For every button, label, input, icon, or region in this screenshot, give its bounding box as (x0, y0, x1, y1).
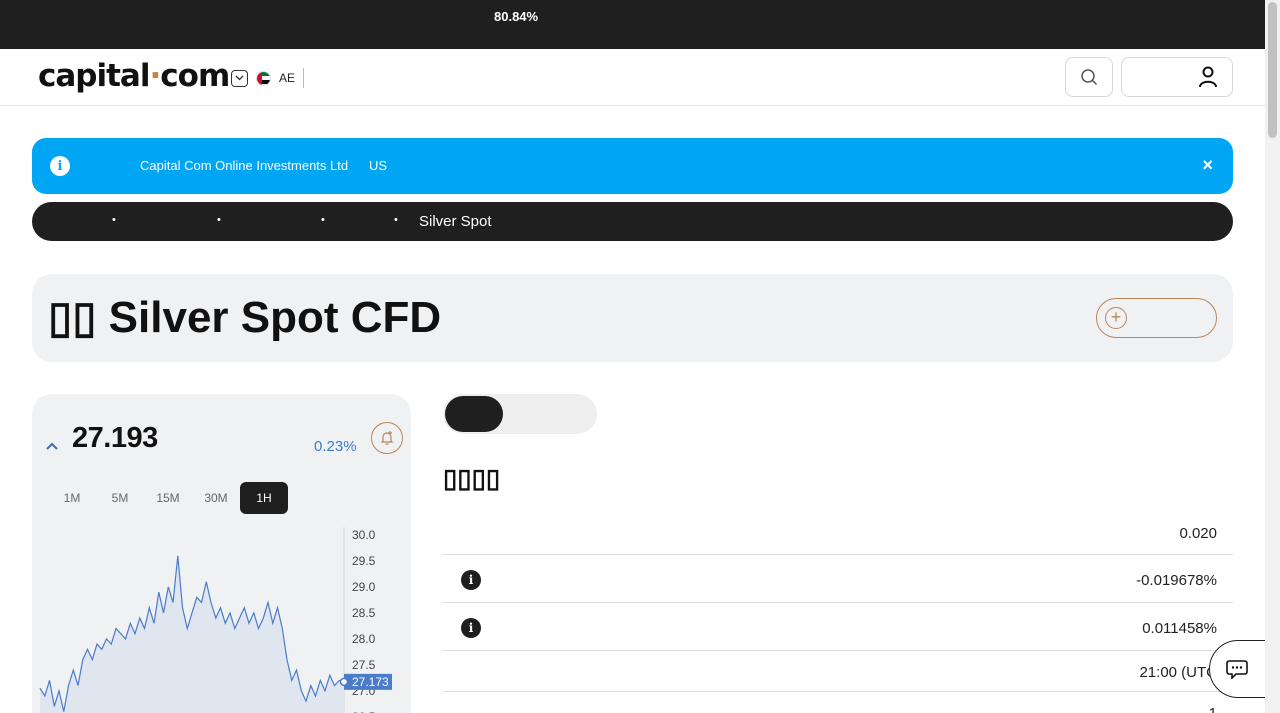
spec-row: 21:00 (UTC (443, 651, 1233, 692)
bell-plus-icon (380, 431, 394, 445)
page-title: ▯▯ Silver Spot CFD (48, 292, 441, 343)
price-chart: 30.029.529.028.528.027.527.026.527.173 (39, 527, 392, 713)
breadcrumb-separator: • (217, 214, 221, 226)
y-tick-label: 29.5 (352, 554, 376, 568)
account-button[interactable] (1121, 57, 1233, 97)
spec-row: i 0.011458% (443, 603, 1233, 651)
timeframe-tab[interactable]: 1M (48, 482, 96, 514)
scrollbar[interactable] (1265, 0, 1280, 713)
spec-row: 1 (443, 692, 1233, 713)
region-code: AE (279, 71, 296, 85)
current-price: 27.193 (72, 422, 158, 454)
y-tick-label: 30.0 (352, 528, 376, 542)
chevron-up-icon (46, 442, 58, 450)
timeframe-tabs: 1M 5M 15M 30M 1H (48, 482, 288, 514)
user-icon (1199, 66, 1217, 88)
logo-dot: · (149, 58, 161, 94)
y-tick-label: 29.0 (352, 580, 376, 594)
scrollbar-thumb[interactable] (1268, 2, 1277, 138)
breadcrumb-separator: • (394, 214, 398, 226)
info-banner: i Capital Com Online Investments Ltd US … (32, 138, 1233, 194)
chevron-down-icon (231, 69, 248, 87)
spec-value: -0.019678% (1136, 571, 1217, 589)
spec-value: 21:00 (UTC (1139, 664, 1217, 681)
current-price-tag-label: 27.173 (352, 675, 389, 689)
chat-button[interactable] (1209, 640, 1269, 698)
timeframe-tab[interactable]: 30M (192, 482, 240, 514)
spec-value: 0.020 (1179, 525, 1217, 542)
plus-circle-icon: + (1105, 307, 1127, 329)
price-change: 0.23% (314, 438, 357, 455)
y-tick-label: 27.5 (352, 658, 376, 672)
spec-value: 1 (1208, 704, 1217, 713)
add-to-watchlist-button[interactable]: + (1096, 298, 1217, 338)
logo[interactable]: capital·com (38, 58, 230, 94)
view-toggle[interactable] (443, 394, 597, 434)
info-icon[interactable]: i (461, 618, 481, 638)
toggle-knob[interactable] (445, 396, 503, 432)
breadcrumb-separator: • (321, 214, 325, 226)
info-icon[interactable]: i (461, 570, 481, 590)
search-icon (1081, 69, 1098, 86)
info-icon: i (50, 156, 70, 176)
spec-value: 0.011458% (1142, 619, 1217, 637)
price-alert-button[interactable] (371, 422, 403, 454)
close-icon[interactable]: × (1202, 155, 1213, 176)
title-prefix: ▯▯ (48, 293, 97, 342)
y-tick-label: 28.0 (352, 632, 376, 646)
logo-main: capital (38, 58, 150, 94)
spec-row: i -0.019678% (443, 555, 1233, 603)
search-button[interactable] (1065, 57, 1113, 97)
region-selector[interactable]: AE (231, 68, 305, 88)
page: 80.84% capital·com AE i Capital Com Onli… (0, 0, 1280, 713)
section-title: ▯▯▯▯ (443, 463, 501, 493)
risk-warning-bar: 80.84% (0, 0, 1265, 49)
timeframe-tab[interactable]: 5M (96, 482, 144, 514)
spec-row: 0.020 (443, 510, 1233, 555)
banner-country: US (369, 158, 388, 173)
y-tick-label: 28.5 (352, 606, 376, 620)
chart-area (40, 555, 344, 713)
breadcrumb-current: Silver Spot (419, 213, 492, 230)
risk-percentage: 80.84% (494, 9, 539, 24)
price-card: 27.193 0.23% 1M 5M 15M 30M 1H 30.0 29.5 29.0 28… (32, 394, 411, 713)
title-text: Silver Spot CFD (108, 293, 442, 342)
timeframe-tab[interactable]: 1H (240, 482, 288, 514)
instrument-header: ▯▯ Silver Spot CFD + (32, 274, 1233, 362)
breadcrumb-separator: • (112, 214, 116, 226)
uae-flag-icon (256, 70, 271, 86)
current-price-marker (339, 677, 349, 687)
breadcrumb: • • • • Silver Spot (32, 202, 1233, 241)
banner-entity: Capital Com Online Investments Ltd (140, 158, 349, 173)
site-header: capital·com AE (0, 49, 1265, 106)
timeframe-tab[interactable]: 15M (144, 482, 192, 514)
logo-tail: com (160, 58, 230, 94)
chat-icon (1226, 660, 1248, 679)
